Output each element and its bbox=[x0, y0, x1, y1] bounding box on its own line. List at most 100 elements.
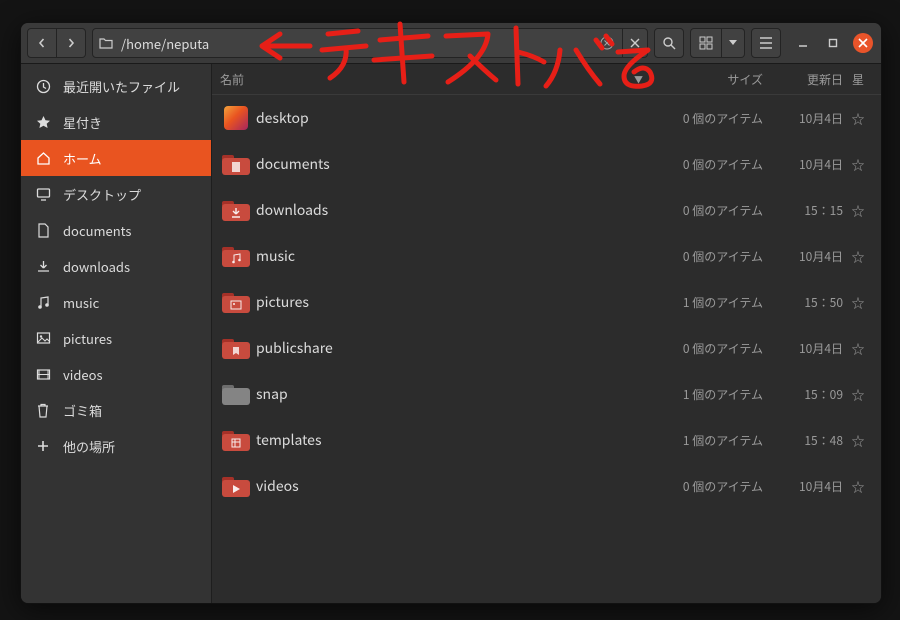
star-toggle[interactable]: ☆ bbox=[843, 155, 873, 174]
sidebar-item-5[interactable]: downloads bbox=[21, 248, 211, 284]
col-star[interactable]: 星 bbox=[843, 71, 873, 88]
close-icon bbox=[858, 38, 868, 48]
folder-icon bbox=[222, 199, 250, 221]
sidebar-item-4[interactable]: documents bbox=[21, 212, 211, 248]
close-window-button[interactable] bbox=[853, 33, 873, 53]
folder-icon bbox=[222, 291, 250, 313]
file-size: 0 個のアイテム bbox=[653, 110, 773, 127]
file-row[interactable]: publicshare0 個のアイテム10月4日☆ bbox=[212, 325, 881, 371]
sidebar-item-7[interactable]: pictures bbox=[21, 320, 211, 356]
star-toggle[interactable]: ☆ bbox=[843, 293, 873, 312]
star-toggle[interactable]: ☆ bbox=[843, 339, 873, 358]
file-row[interactable]: templates1 個のアイテム15：48☆ bbox=[212, 417, 881, 463]
file-row[interactable]: downloads0 個のアイテム15：15☆ bbox=[212, 187, 881, 233]
sidebar-item-label: 他の場所 bbox=[63, 437, 115, 456]
file-date: 10月4日 bbox=[773, 340, 843, 357]
picture-icon bbox=[35, 331, 51, 346]
folder-icon bbox=[222, 245, 250, 267]
close-tab-button[interactable] bbox=[622, 29, 647, 57]
star-toggle[interactable]: ☆ bbox=[843, 109, 873, 128]
minimize-button[interactable] bbox=[793, 33, 813, 53]
star-toggle[interactable]: ☆ bbox=[843, 385, 873, 404]
sidebar-item-0[interactable]: 最近開いたファイル bbox=[21, 68, 211, 104]
sidebar-item-10[interactable]: 他の場所 bbox=[21, 428, 211, 464]
col-size[interactable]: サイズ bbox=[653, 71, 773, 88]
clock-icon bbox=[35, 79, 51, 94]
sidebar-item-9[interactable]: ゴミ箱 bbox=[21, 392, 211, 428]
minimize-icon bbox=[797, 37, 809, 49]
file-row[interactable]: music0 個のアイテム10月4日☆ bbox=[212, 233, 881, 279]
search-icon bbox=[662, 36, 676, 50]
icon-view-button[interactable] bbox=[690, 28, 722, 58]
col-name[interactable]: 名前 ▼ bbox=[212, 71, 653, 88]
music-icon bbox=[35, 295, 51, 310]
nav-buttons bbox=[27, 28, 86, 58]
hamburger-menu-button[interactable] bbox=[751, 28, 781, 58]
window-controls bbox=[793, 33, 873, 53]
star-toggle[interactable]: ☆ bbox=[843, 201, 873, 220]
sidebar-item-label: デスクトップ bbox=[63, 185, 141, 204]
star-toggle[interactable]: ☆ bbox=[843, 247, 873, 266]
file-row[interactable]: desktop0 個のアイテム10月4日☆ bbox=[212, 95, 881, 141]
star-toggle[interactable]: ☆ bbox=[843, 477, 873, 496]
grid-icon bbox=[699, 36, 713, 50]
sidebar-item-8[interactable]: videos bbox=[21, 356, 211, 392]
column-headers: 名前 ▼ サイズ 更新日 星 bbox=[212, 64, 881, 95]
file-size: 1 個のアイテム bbox=[653, 432, 773, 449]
search-button[interactable] bbox=[654, 28, 684, 58]
path-bar[interactable] bbox=[92, 28, 648, 58]
forward-button[interactable] bbox=[57, 28, 86, 58]
file-row[interactable]: videos0 個のアイテム10月4日☆ bbox=[212, 463, 881, 509]
file-list[interactable]: desktop0 個のアイテム10月4日☆documents0 個のアイテム10… bbox=[212, 95, 881, 603]
sidebar-item-1[interactable]: 星付き bbox=[21, 104, 211, 140]
file-date: 10月4日 bbox=[773, 478, 843, 495]
sidebar-item-3[interactable]: デスクトップ bbox=[21, 176, 211, 212]
chevron-down-icon bbox=[729, 40, 737, 46]
view-switcher bbox=[690, 28, 745, 58]
file-size: 0 個のアイテム bbox=[653, 478, 773, 495]
col-name-label: 名前 bbox=[220, 71, 244, 88]
clear-path-button[interactable] bbox=[598, 34, 616, 52]
file-date: 15：09 bbox=[773, 386, 843, 403]
main-pane: 名前 ▼ サイズ 更新日 星 desktop0 個のアイテム10月4日☆docu… bbox=[212, 64, 881, 603]
view-dropdown-button[interactable] bbox=[722, 28, 745, 58]
doc-icon bbox=[35, 223, 51, 238]
file-date: 10月4日 bbox=[773, 248, 843, 265]
desktop-folder-icon bbox=[224, 106, 248, 130]
toolbar bbox=[21, 23, 881, 64]
sort-indicator-icon: ▼ bbox=[634, 73, 643, 86]
sidebar-item-label: 最近開いたファイル bbox=[63, 77, 180, 96]
home-icon bbox=[35, 151, 51, 166]
desktop-icon bbox=[35, 187, 51, 202]
video-icon bbox=[35, 367, 51, 382]
col-date[interactable]: 更新日 bbox=[773, 71, 843, 88]
file-size: 0 個のアイテム bbox=[653, 248, 773, 265]
sidebar-item-label: 星付き bbox=[63, 113, 102, 132]
download-icon bbox=[35, 259, 51, 274]
file-row[interactable]: pictures1 個のアイテム15：50☆ bbox=[212, 279, 881, 325]
trash-icon bbox=[35, 403, 51, 418]
star-toggle[interactable]: ☆ bbox=[843, 431, 873, 450]
folder-icon bbox=[222, 337, 250, 359]
file-date: 15：48 bbox=[773, 432, 843, 449]
sidebar-item-label: pictures bbox=[63, 329, 112, 348]
file-name: videos bbox=[256, 476, 653, 496]
file-size: 0 個のアイテム bbox=[653, 202, 773, 219]
file-manager-window: 最近開いたファイル星付きホームデスクトップ documents downloads m… bbox=[20, 22, 882, 604]
star-icon bbox=[35, 115, 51, 130]
plus-icon bbox=[35, 439, 51, 453]
file-row[interactable]: documents0 個のアイテム10月4日☆ bbox=[212, 141, 881, 187]
sidebar-item-label: downloads bbox=[63, 257, 130, 276]
file-size: 1 個のアイテム bbox=[653, 386, 773, 403]
chevron-left-icon bbox=[37, 38, 47, 48]
file-name: music bbox=[256, 246, 653, 266]
file-name: documents bbox=[256, 154, 653, 174]
sidebar-item-2[interactable]: ホーム bbox=[21, 140, 211, 176]
maximize-button[interactable] bbox=[823, 33, 843, 53]
maximize-icon bbox=[827, 37, 839, 49]
back-button[interactable] bbox=[27, 28, 57, 58]
sidebar-item-6[interactable]: music bbox=[21, 284, 211, 320]
folder-icon bbox=[222, 475, 250, 497]
file-row[interactable]: snap1 個のアイテム15：09☆ bbox=[212, 371, 881, 417]
path-input[interactable] bbox=[119, 33, 592, 54]
